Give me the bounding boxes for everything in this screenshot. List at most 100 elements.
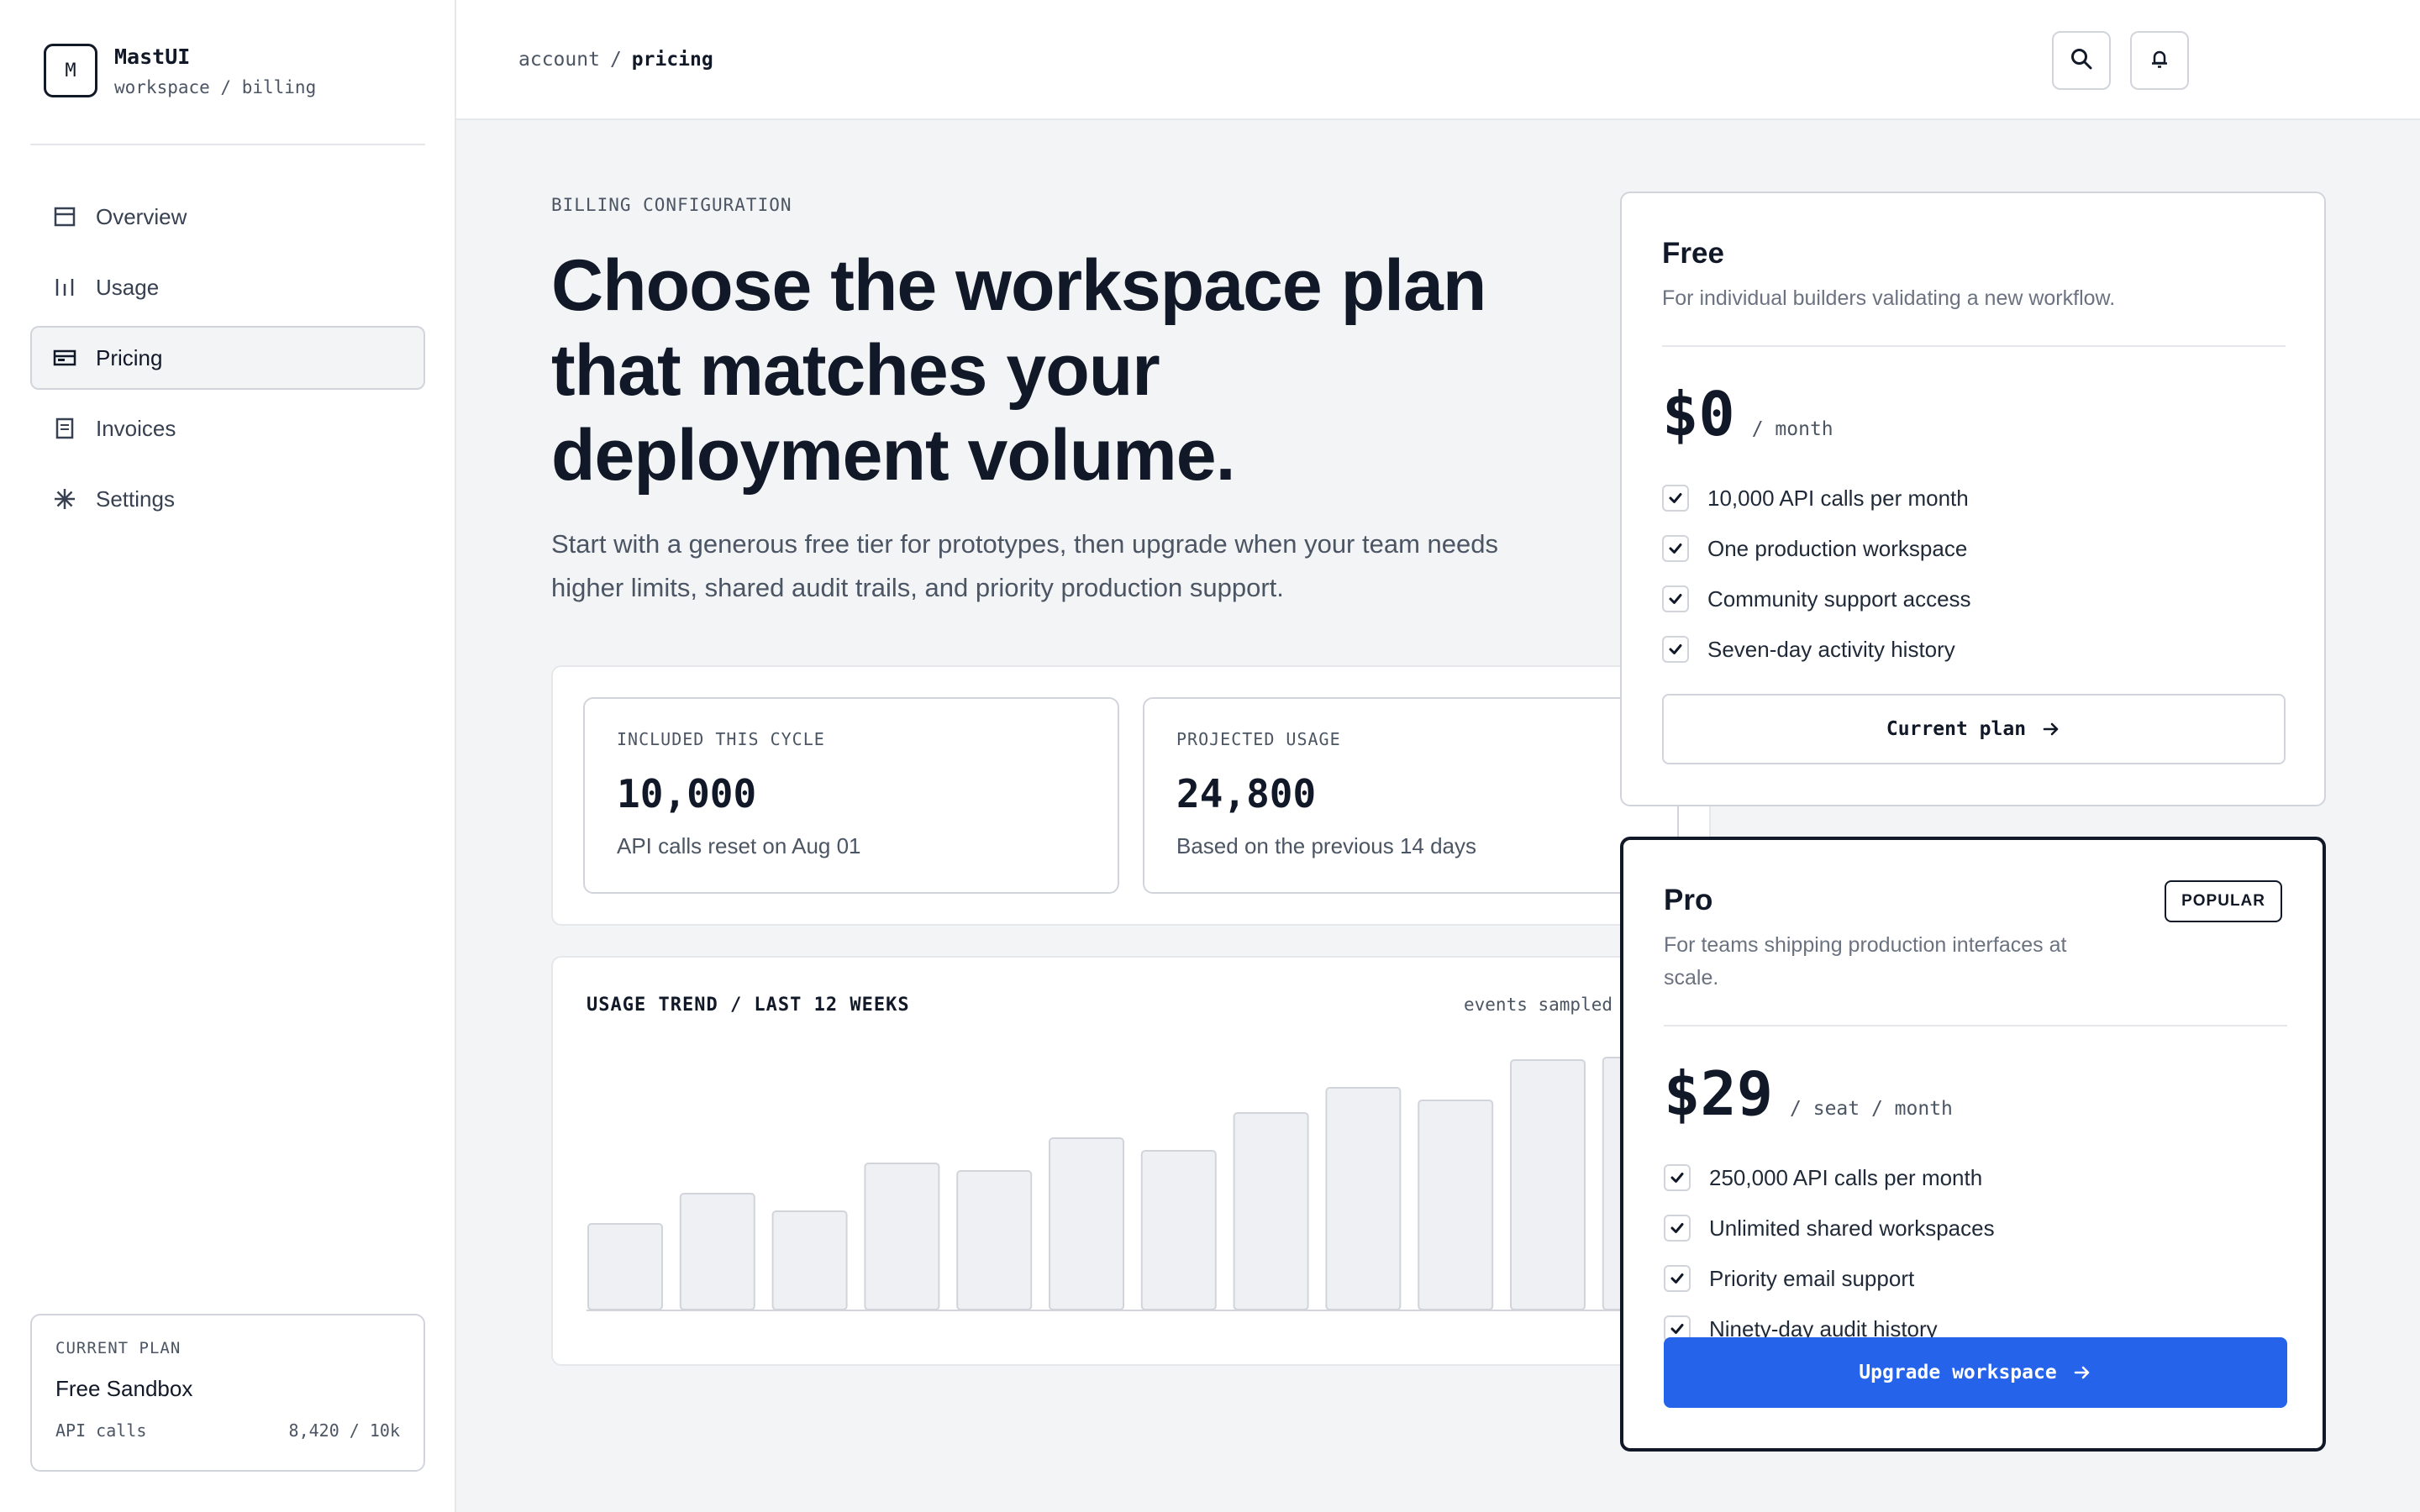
current-plan-box: CURRENT PLAN Free Sandbox API calls 8,42…: [30, 1314, 425, 1472]
current-plan-kicker: CURRENT PLAN: [55, 1339, 182, 1357]
plan-features: 250,000 API calls per month Unlimited sh…: [1664, 1152, 2287, 1354]
sidebar-nav: Overview Usage Pricing Invoices Settings: [30, 185, 425, 538]
breadcrumb: account / pricing: [518, 49, 713, 71]
current-plan-metric-value: 8,420 / 10k: [288, 1420, 400, 1441]
plan-description: For teams shipping production interfaces…: [1664, 933, 2067, 990]
current-plan-name: Free Sandbox: [55, 1376, 193, 1401]
plan-price: $29 / seat / month: [1664, 1058, 2287, 1129]
feature-label: Priority email support: [1709, 1265, 1915, 1291]
check-icon: [1664, 1164, 1691, 1191]
feature-label: 250,000 API calls per month: [1709, 1164, 1983, 1190]
breadcrumb-item-account[interactable]: account: [518, 49, 600, 71]
breadcrumb-item-pricing: pricing: [631, 49, 713, 71]
notifications-button[interactable]: [2130, 31, 2189, 90]
plan-name: Free: [1662, 237, 1724, 270]
plan-divider: [1664, 1025, 2287, 1026]
arrow-right-icon: [2041, 719, 2061, 739]
stat-label: INCLUDED THIS CYCLE: [617, 729, 825, 749]
stat-value: 10,000: [617, 771, 757, 816]
sidebar-item-label: Invoices: [96, 415, 176, 441]
feature-label: Community support access: [1707, 585, 1971, 612]
usage-bar: [1418, 1100, 1494, 1310]
button-label: Current plan: [1886, 718, 2027, 740]
sidebar-item-label: Settings: [96, 486, 175, 512]
plan-period: / seat / month: [1790, 1098, 1953, 1120]
check-icon: [1664, 1215, 1691, 1242]
plan-card-pro: POPULAR Pro For teams shipping productio…: [1620, 837, 2326, 1452]
bars-icon: [52, 275, 77, 300]
stat-note: Based on the previous 14 days: [1176, 833, 1477, 858]
feature-item: Seven-day activity history: [1662, 624, 2286, 675]
feature-item: Unlimited shared workspaces: [1664, 1203, 2287, 1253]
sidebar-item-label: Usage: [96, 274, 160, 300]
check-icon: [1664, 1265, 1691, 1292]
brand-logo: M: [44, 44, 97, 97]
sidebar-divider: [30, 144, 425, 145]
page-eyebrow: BILLING CONFIGURATION: [551, 195, 792, 215]
asterisk-icon: [52, 486, 77, 512]
usage-bar: [1325, 1087, 1402, 1310]
stat-note: API calls reset on Aug 01: [617, 833, 861, 858]
brand-name: MastUI: [114, 44, 191, 69]
stat-card-projected: PROJECTED USAGE 24,800 Based on the prev…: [1143, 697, 1679, 894]
page-title: Choose the workspace plan that matches y…: [551, 245, 1486, 496]
sidebar-item-invoices[interactable]: Invoices: [30, 396, 425, 460]
card-icon: [52, 345, 77, 370]
usage-trend-chart: [587, 1057, 1709, 1311]
document-icon: [52, 416, 77, 441]
feature-item: One production workspace: [1662, 523, 2286, 574]
stat-card-included: INCLUDED THIS CYCLE 10,000 API calls res…: [583, 697, 1119, 894]
bell-icon: [2148, 47, 2171, 75]
usage-bar: [1140, 1150, 1217, 1310]
sidebar-item-usage[interactable]: Usage: [30, 255, 425, 319]
layout-icon: [52, 204, 77, 229]
plan-price: $0 / month: [1662, 379, 2286, 449]
stats-panel: INCLUDED THIS CYCLE 10,000 API calls res…: [551, 665, 1711, 926]
stat-label: PROJECTED USAGE: [1176, 729, 1341, 749]
feature-label: Seven-day activity history: [1707, 636, 1955, 662]
breadcrumb-separator: /: [609, 49, 622, 71]
feature-label: 10,000 API calls per month: [1707, 485, 1969, 511]
current-plan-button[interactable]: Current plan: [1662, 694, 2286, 764]
usage-bar: [956, 1170, 1033, 1310]
brand[interactable]: M MastUI workspace / billing: [44, 44, 316, 97]
arrow-right-icon: [2072, 1362, 2092, 1383]
brand-subtitle: workspace / billing: [114, 76, 317, 97]
search-button[interactable]: [2052, 31, 2111, 90]
check-icon: [1662, 585, 1689, 612]
sidebar: M MastUI workspace / billing Overview Us…: [0, 0, 456, 1512]
plan-period: / month: [1751, 418, 1833, 440]
upgrade-workspace-button[interactable]: Upgrade workspace: [1664, 1337, 2287, 1408]
current-plan-metric-label: API calls: [55, 1420, 147, 1441]
check-icon: [1662, 485, 1689, 512]
topbar: account / pricing: [456, 0, 2420, 120]
plan-name: Pro: [1664, 884, 1713, 916]
usage-bar: [1049, 1137, 1124, 1310]
feature-item: 10,000 API calls per month: [1662, 473, 2286, 523]
check-icon: [1662, 636, 1689, 663]
plan-card-free: Free For individual builders validating …: [1620, 192, 2326, 806]
plan-features: 10,000 API calls per month One productio…: [1662, 473, 2286, 675]
sidebar-item-pricing[interactable]: Pricing: [30, 326, 425, 390]
plan-description: For individual builders validating a new…: [1662, 286, 2116, 310]
usage-bar: [587, 1223, 663, 1310]
usage-bar: [1510, 1059, 1586, 1310]
sidebar-item-overview[interactable]: Overview: [30, 185, 425, 249]
check-icon: [1662, 535, 1689, 562]
stat-value: 24,800: [1176, 771, 1317, 816]
feature-item: 250,000 API calls per month: [1664, 1152, 2287, 1203]
page-subtitle: Start with a generous free tier for prot…: [551, 529, 1498, 602]
feature-label: One production workspace: [1707, 535, 1968, 561]
usage-bar: [771, 1210, 848, 1310]
feature-item: Priority email support: [1664, 1253, 2287, 1304]
sidebar-item-label: Pricing: [96, 344, 163, 370]
usage-trend-panel: USAGE TREND / LAST 12 WEEKS events sampl…: [551, 956, 1711, 1366]
usage-bar: [679, 1193, 755, 1310]
plan-amount: $0: [1662, 379, 1735, 449]
usage-bar: [1233, 1112, 1309, 1310]
usage-bar: [864, 1163, 940, 1310]
plan-amount: $29: [1664, 1058, 1774, 1129]
sidebar-item-settings[interactable]: Settings: [30, 467, 425, 531]
plan-divider: [1662, 345, 2286, 347]
feature-label: Unlimited shared workspaces: [1709, 1215, 1995, 1241]
